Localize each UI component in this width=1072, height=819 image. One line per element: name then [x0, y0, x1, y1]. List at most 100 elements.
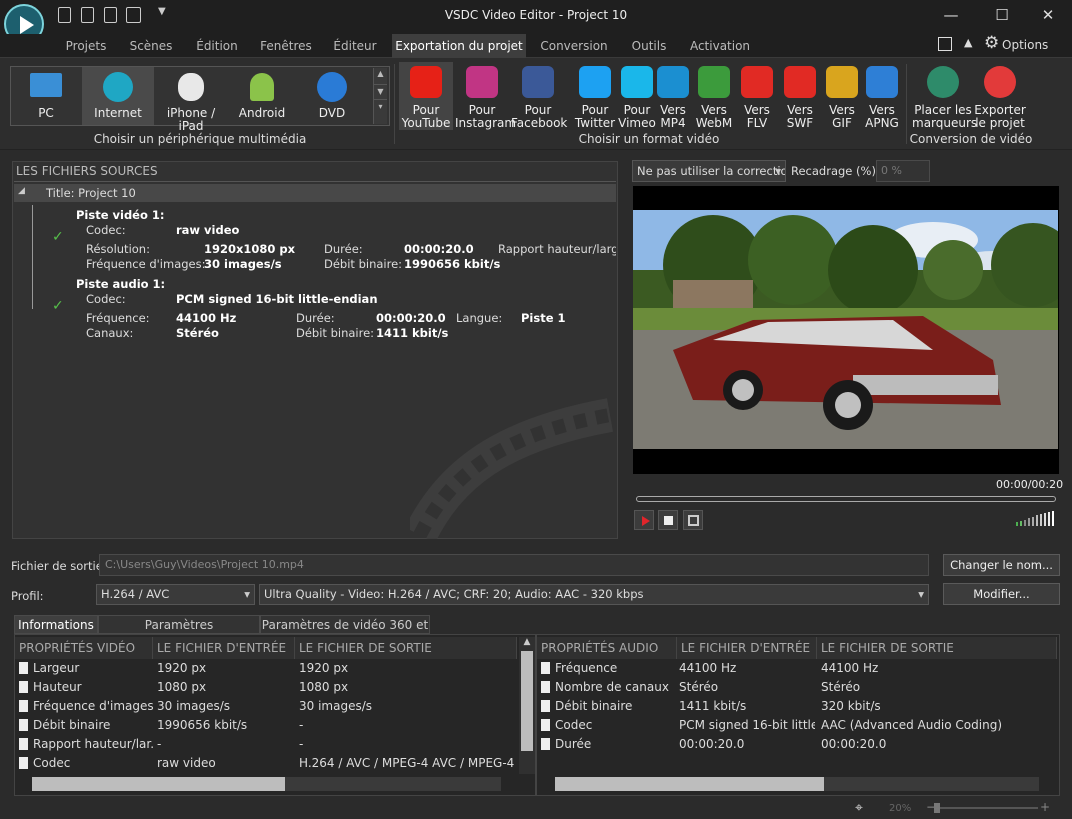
device-dvd[interactable]: DVD — [300, 67, 364, 125]
frequency-value: 44100 Hz — [176, 311, 237, 325]
fullscreen-button[interactable] — [683, 510, 703, 530]
device-pc[interactable]: PC — [14, 67, 78, 125]
zoom-slider-thumb[interactable] — [934, 803, 940, 813]
rename-button[interactable]: Changer le nom... — [943, 554, 1060, 576]
zoom-in-icon[interactable]: + — [1040, 800, 1050, 814]
video-input-header[interactable]: LE FICHIER D'ENTRÉE — [153, 637, 295, 659]
format-facebook-button[interactable]: Pour Facebook — [511, 62, 567, 130]
format-mp4-button[interactable]: Vers MP4 — [652, 62, 694, 130]
output-value: AAC (Advanced Audio Coding) — [821, 718, 1003, 732]
format-gif-button[interactable]: Vers GIF — [821, 62, 863, 130]
play-button[interactable] — [634, 510, 654, 530]
scroll-thumb[interactable] — [555, 777, 824, 791]
video-props-header[interactable]: PROPRIÉTÉS VIDÉO — [15, 637, 153, 659]
input-value: 1411 kbit/s — [679, 699, 747, 713]
output-file-input[interactable]: C:\Users\Guy\Videos\Project 10.mp4 — [99, 554, 929, 576]
tab-additional-params[interactable]: Paramètres supplémentaires — [98, 615, 260, 650]
collapse-ribbon-icon[interactable]: ▲ — [964, 36, 972, 49]
scroll-up-icon[interactable]: ▲ — [374, 68, 387, 80]
tab-360-3d-params[interactable]: Paramètres de vidéo 360 et 3D — [260, 615, 430, 650]
scroll-thumb[interactable] — [521, 651, 533, 751]
video-props-hscroll[interactable] — [32, 777, 501, 791]
gallery-scroll[interactable]: ▲ ▼ ▾ — [373, 68, 387, 124]
video-frame-image — [633, 210, 1058, 449]
audio-props-header[interactable]: PROPRIÉTÉS AUDIO — [537, 637, 677, 659]
tab-fenetres[interactable]: Fenêtres — [254, 34, 318, 58]
video-props-vscroll[interactable]: ▲ — [519, 637, 535, 774]
format-flv-button[interactable]: Vers FLV — [736, 62, 778, 130]
input-value: 1990656 kbit/s — [157, 718, 248, 732]
options-label[interactable]: Options — [1002, 38, 1048, 52]
close-icon[interactable]: ✕ — [1033, 6, 1063, 26]
stop-button[interactable] — [658, 510, 678, 530]
film-strip-watermark — [410, 398, 614, 539]
device-iphone-ipad[interactable]: iPhone / iPad — [154, 67, 228, 133]
property-name: Codec — [19, 754, 155, 773]
profile-detail-dropdown[interactable]: Ultra Quality - Video: H.264 / AVC; CRF:… — [259, 584, 929, 605]
format-group-label: Choisir un format vidéo — [578, 132, 720, 146]
gear-icon[interactable]: ⚙ — [984, 33, 999, 53]
audio-input-header[interactable]: LE FICHIER D'ENTRÉE — [677, 637, 817, 659]
property-name: Hauteur — [19, 678, 155, 697]
tab-exportation[interactable]: Exportation du projet — [392, 34, 526, 58]
tree-collapse-icon[interactable]: ◢ — [18, 186, 25, 196]
tab-conversion[interactable]: Conversion — [534, 34, 614, 58]
profile-label: Profil: — [11, 589, 44, 603]
property-name: Nombre de canaux — [541, 678, 675, 697]
profile-dropdown[interactable]: H.264 / AVC — [96, 584, 255, 605]
layout-icon[interactable] — [938, 37, 952, 51]
flag-icon — [927, 66, 959, 98]
modify-button[interactable]: Modifier... — [943, 583, 1060, 605]
property-name: Codec — [541, 716, 675, 735]
output-file-label: Fichier de sortie: — [11, 559, 107, 573]
video-duration-label: Durée: — [324, 242, 363, 256]
format-swf-button[interactable]: Vers SWF — [779, 62, 821, 130]
framerate-value: 30 images/s — [204, 257, 282, 271]
scroll-thumb[interactable] — [32, 777, 285, 791]
device-internet[interactable]: Internet — [82, 67, 154, 125]
fullscreen-icon — [688, 515, 699, 526]
minimize-icon[interactable]: — — [936, 6, 966, 26]
export-project-button[interactable]: Exporter le projet — [970, 62, 1030, 130]
maximize-icon[interactable]: ☐ — [987, 6, 1017, 26]
tab-scenes[interactable]: Scènes — [122, 34, 180, 58]
fit-view-icon[interactable]: ⌖ — [855, 800, 863, 816]
tab-projets[interactable]: Projets — [60, 34, 112, 58]
format-webm-button[interactable]: Vers WebM — [693, 62, 735, 130]
output-value: 1080 px — [299, 680, 349, 694]
document-icon — [541, 700, 550, 712]
tab-outils[interactable]: Outils — [624, 34, 674, 58]
document-icon — [19, 738, 28, 750]
scroll-up-icon[interactable]: ▲ — [519, 637, 535, 647]
tab-activation[interactable]: Activation — [684, 34, 756, 58]
scroll-down-icon[interactable]: ▼ — [374, 84, 387, 99]
device-group-label: Choisir un périphérique multimédia — [93, 132, 307, 146]
language-label: Langue: — [456, 311, 503, 325]
play-icon — [642, 516, 653, 526]
crop-input[interactable]: 0 % — [876, 160, 930, 182]
zoom-slider[interactable] — [934, 803, 1038, 813]
gallery-more-icon[interactable]: ▾ — [374, 99, 387, 114]
audio-output-header[interactable]: LE FICHIER DE SORTIE — [817, 637, 1057, 659]
output-value: Stéréo — [821, 680, 861, 694]
format-instagram-button[interactable]: Pour Instagram — [455, 62, 516, 130]
audio-props-hscroll[interactable] — [555, 777, 1039, 791]
format-apng-button[interactable]: Vers APNG — [861, 62, 903, 130]
place-markers-button[interactable]: Placer les marqueurs — [912, 62, 977, 130]
output-value: 44100 Hz — [821, 661, 879, 675]
video-output-header[interactable]: LE FICHIER DE SORTIE — [295, 637, 517, 659]
output-value: 320 kbit/s — [821, 699, 881, 713]
tab-informations[interactable]: Informations — [14, 615, 98, 634]
tab-edition[interactable]: Édition — [188, 34, 246, 58]
language-value: Piste 1 — [521, 311, 566, 325]
tab-editeur[interactable]: Éditeur — [326, 34, 384, 58]
input-value: 44100 Hz — [679, 661, 737, 675]
android-icon — [250, 73, 274, 101]
format-youtube-button[interactable]: Pour YouTube — [399, 62, 453, 130]
project-title: Title: Project 10 — [46, 186, 136, 200]
correction-dropdown[interactable]: Ne pas utiliser la correction — [632, 160, 786, 182]
volume-icon[interactable] — [1016, 510, 1058, 526]
output-value: H.264 / AVC / MPEG-4 AVC / MPEG-4 p... — [299, 756, 517, 770]
device-android[interactable]: Android — [230, 67, 294, 125]
seek-bar[interactable] — [636, 496, 1056, 502]
